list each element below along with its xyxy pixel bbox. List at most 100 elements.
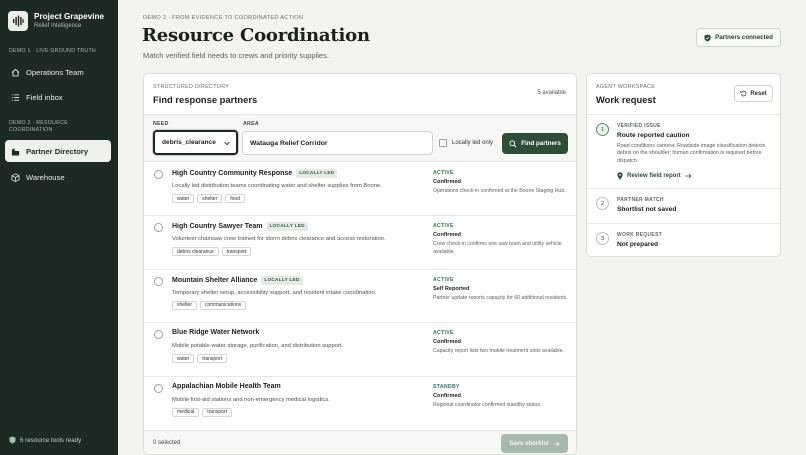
capability-tag: debris clearance — [172, 247, 219, 257]
partner-select-radio[interactable] — [154, 330, 163, 340]
agent-workspace-panel: AGENT WORKSPACE Work request Reset 1 VER… — [586, 73, 781, 257]
available-count: 5 available — [537, 90, 566, 96]
need-select-value: debris_clearance — [162, 139, 216, 146]
partner-status: ACTIVE Confirmed Capacity report lists t… — [433, 329, 573, 355]
status-note: Regional coordinator confirmed standby s… — [433, 401, 542, 408]
capability-tag: food — [225, 194, 245, 203]
partner-row[interactable]: Appalachian Mobile Health Team Mobile fi… — [144, 377, 576, 430]
sidebar-item-warehouse[interactable]: Warehouse — [5, 166, 111, 188]
partner-select-radio[interactable] — [154, 170, 163, 179]
locally-led-badge: LOCALLY LED — [296, 169, 338, 178]
step-number: 3 — [596, 232, 609, 245]
status-note: Operations check-in confirmed at the Boo… — [433, 188, 566, 194]
sidebar-section-demo2: DEMO 2 · RESOURCE COORDINATION — [9, 120, 68, 133]
step-number: 2 — [596, 197, 609, 210]
shield-check-icon — [704, 34, 711, 41]
find-partners-button[interactable]: Find partners — [502, 133, 568, 154]
status-state: ACTIVE — [433, 170, 454, 176]
step-verified-issue: 1 VERIFIED ISSUE Route reported caution … — [587, 114, 780, 188]
step-title: Route reported caution — [617, 132, 690, 139]
partner-description: Temporary shelter setup, accessibility s… — [172, 289, 377, 296]
sidebar-item-partner-directory[interactable]: Partner Directory — [5, 140, 111, 162]
step-note: Road conditions camera: Roadside image c… — [617, 143, 766, 164]
step-work-request: 3 WORK REQUEST Not prepared — [587, 223, 780, 256]
step-title: Not prepared — [617, 241, 659, 248]
selected-count: 0 selected — [153, 440, 181, 446]
shield-icon — [9, 436, 16, 444]
partner-status: STANDBY Confirmed Regional coordinator c… — [433, 383, 573, 409]
brand-title: Project Grapevine — [34, 12, 105, 21]
search-icon — [509, 139, 517, 148]
sidebar-item-label: Warehouse — [26, 172, 65, 182]
partner-name: Blue Ridge Water Network — [172, 329, 260, 337]
partner-row[interactable]: High Country Community Response LOCALLY L… — [144, 163, 576, 217]
partner-name: High Country Sawyer Team — [172, 223, 263, 231]
status-state: ACTIVE — [433, 276, 454, 283]
partner-description: Volunteer chainsaw crew trained for stor… — [172, 236, 386, 243]
save-shortlist-button[interactable]: Save shortlist — [501, 434, 568, 453]
agent-title: Work request — [596, 94, 656, 105]
capability-tag: shelter — [197, 194, 223, 203]
brand[interactable]: Project Grapevine Relief Intelligence — [8, 11, 104, 31]
locally-led-only-toggle[interactable]: Locally led only — [439, 139, 493, 147]
sidebar: Project Grapevine Relief Intelligence DE… — [0, 0, 118, 455]
partner-status: ACTIVE Self Reported Partner update repo… — [433, 276, 573, 302]
directory-eyebrow: STRUCTURED DIRECTORY — [153, 84, 230, 90]
locally-led-badge: LOCALLY LED — [261, 275, 303, 285]
partner-select-radio[interactable] — [154, 276, 163, 286]
page-subtitle: Match verified field needs to crews and … — [143, 51, 329, 60]
capability-tag: communications — [200, 300, 247, 310]
building-icon — [11, 147, 20, 156]
need-label: NEED — [153, 121, 169, 127]
partner-select-radio[interactable] — [154, 223, 163, 233]
step-label: WORK REQUEST — [617, 232, 662, 238]
area-label: AREA — [243, 121, 259, 127]
arrow-right-icon — [553, 441, 560, 446]
partner-select-radio[interactable] — [154, 383, 163, 393]
brand-subtitle: Relief Intelligence — [34, 23, 82, 29]
partner-row[interactable]: Blue Ridge Water Network Mobile potable-… — [144, 323, 576, 377]
list-icon — [11, 93, 20, 101]
partner-status: ACTIVE Confirmed Crew check-in confirms … — [433, 222, 573, 255]
need-select[interactable]: debris_clearance — [153, 130, 238, 155]
step-title: Shortlist not saved — [617, 206, 677, 213]
capability-tag: water — [172, 354, 195, 364]
partner-description: Mobile potable-water storage, purificati… — [172, 343, 344, 350]
partner-name: Mountain Shelter Alliance — [172, 276, 258, 284]
capability-tag: transport — [221, 247, 252, 257]
status-note: Partner update reports capacity for 60 a… — [433, 294, 568, 301]
sidebar-item-field-inbox[interactable]: Field inbox — [5, 86, 111, 108]
sidebar-section-demo1: DEMO 1 · LIVE GROUND TRUTH — [9, 48, 96, 54]
status-level: Confirmed — [433, 232, 461, 239]
sidebar-item-label: Operations Team — [26, 67, 84, 77]
area-input[interactable] — [242, 131, 433, 155]
step-label: VERIFIED ISSUE — [617, 123, 661, 129]
tools-status: 6 resource tools ready — [9, 436, 81, 444]
reset-icon — [740, 90, 747, 97]
partner-row[interactable]: Mountain Shelter Alliance LOCALLY LED Tem… — [144, 270, 576, 324]
reset-button[interactable]: Reset — [734, 85, 773, 102]
status-note: Crew check-in confirms one saw team and … — [433, 241, 562, 255]
arrow-right-icon — [685, 173, 692, 179]
status-state: STANDBY — [433, 383, 460, 390]
step-label: PARTNER MATCH — [617, 197, 664, 203]
sidebar-item-operations-team[interactable]: Operations Team — [5, 61, 111, 83]
capability-tag: shelter — [172, 300, 198, 310]
status-note: Capacity report lists two mobile treatme… — [433, 348, 564, 355]
status-level: Confirmed — [433, 179, 461, 185]
partner-list: High Country Community Response LOCALLY L… — [144, 163, 576, 430]
page-eyebrow: DEMO 2 · FROM EVIDENCE TO COORDINATED AC… — [143, 15, 304, 21]
box-icon — [11, 172, 20, 182]
capability-tag: transport — [197, 354, 227, 364]
chevron-down-icon — [224, 141, 230, 146]
capability-tag: water — [172, 194, 195, 203]
status-state: ACTIVE — [433, 223, 454, 230]
review-field-report-link[interactable]: Review field report — [617, 172, 696, 180]
agent-eyebrow: AGENT WORKSPACE — [596, 84, 656, 90]
capability-tag: transport — [202, 407, 232, 417]
locally-led-only-checkbox[interactable] — [439, 139, 447, 147]
partner-row[interactable]: High Country Sawyer Team LOCALLY LED Volu… — [144, 216, 576, 270]
partner-name: Appalachian Mobile Health Team — [172, 382, 281, 390]
capability-tag: medical — [172, 407, 200, 417]
directory-footer: 0 selected Save shortlist — [144, 430, 576, 454]
